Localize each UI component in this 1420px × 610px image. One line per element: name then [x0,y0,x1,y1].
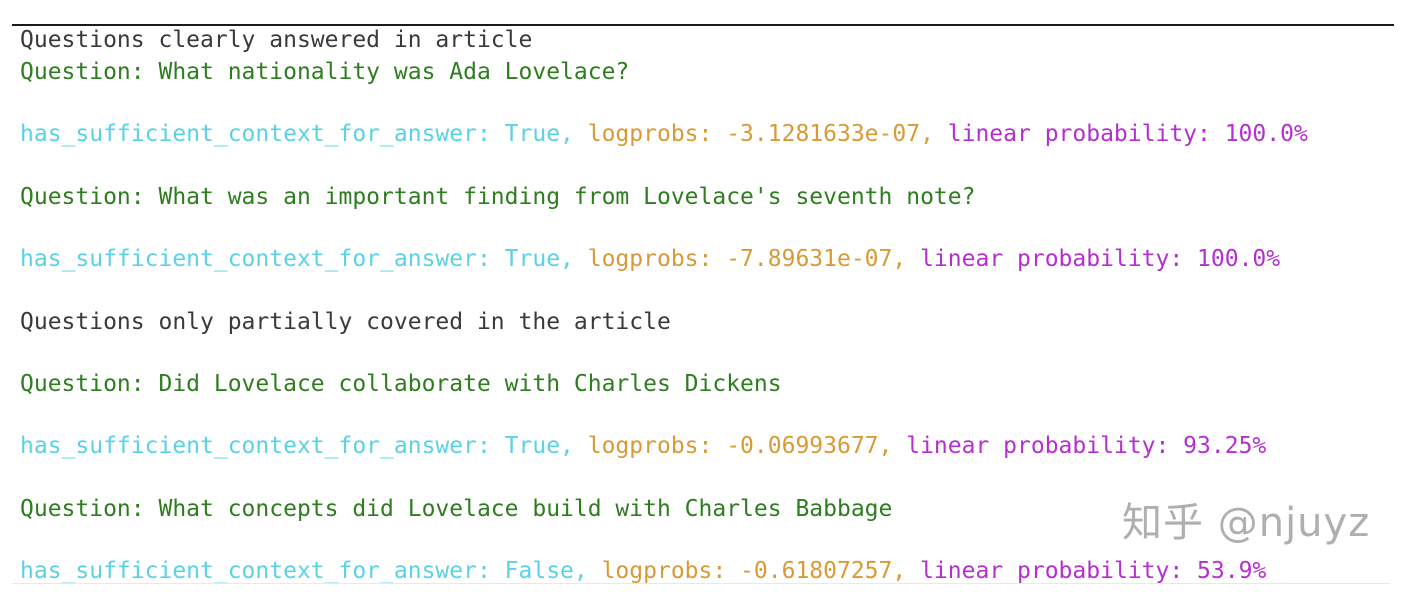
linear-probability-1: linear probability: 100.0% [933,121,1308,147]
output-panel: Questions clearly answered in article Qu… [0,0,1420,610]
logprobs-value-1: logprobs: -3.1281633e-07, [573,121,934,147]
linear-probability-4: linear probability: 53.9% [906,558,1267,584]
logprobs-value-3: logprobs: -0.06993677, [573,433,893,459]
question-line-3: Question: Did Lovelace collaborate with … [20,371,782,397]
section-heading-answered: Questions clearly answered in article [20,27,533,53]
section-heading-partial: Questions only partially covered in the … [20,309,671,335]
question-line-4: Question: What concepts did Lovelace bui… [20,496,893,522]
result-line-3: has_sufficient_context_for_answer: True,… [20,433,1266,459]
result-line-4: has_sufficient_context_for_answer: False… [20,558,1266,584]
top-divider [12,24,1394,26]
linear-probability-2: linear probability: 100.0% [906,246,1281,272]
context-flag-2: has_sufficient_context_for_answer: True, [20,246,574,272]
bottom-divider [12,583,1390,584]
question-line-1: Question: What nationality was Ada Lovel… [20,59,630,85]
context-flag-3: has_sufficient_context_for_answer: True, [20,433,574,459]
logprobs-value-2: logprobs: -7.89631e-07, [573,246,907,272]
result-line-2: has_sufficient_context_for_answer: True,… [20,246,1280,272]
linear-probability-3: linear probability: 93.25% [892,433,1267,459]
context-flag-4: has_sufficient_context_for_answer: False… [20,558,588,584]
logprobs-value-4: logprobs: -0.61807257, [587,558,907,584]
question-line-2: Question: What was an important finding … [20,184,976,210]
result-line-1: has_sufficient_context_for_answer: True,… [20,121,1308,147]
context-flag-1: has_sufficient_context_for_answer: True, [20,121,574,147]
console-output: Questions clearly answered in article Qu… [20,27,1400,584]
watermark-text: 知乎 @njuyz [1122,500,1371,546]
